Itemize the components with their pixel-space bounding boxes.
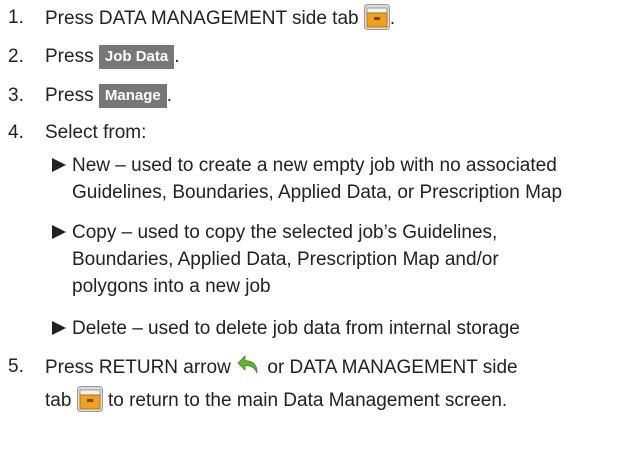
- option-text: polygons into a new job: [72, 276, 271, 297]
- return-arrow-icon: [236, 353, 262, 387]
- step-number: 3.: [8, 85, 24, 106]
- option-text: Guidelines, Boundaries, Applied Data, or…: [72, 182, 563, 203]
- bullet-arrow-icon: [52, 321, 66, 335]
- step-text-end: .: [389, 8, 396, 29]
- job-data-button[interactable]: Job Data: [98, 45, 175, 69]
- step-number: 4.: [8, 122, 24, 143]
- step-text: Press: [45, 46, 94, 67]
- manage-button[interactable]: Manage: [98, 84, 167, 108]
- step-text-end: .: [166, 85, 172, 106]
- step-text: Press: [45, 85, 94, 106]
- step-text: to return to the main Data Management sc…: [107, 390, 508, 411]
- step-text: or DATA MANAGEMENT side: [267, 357, 518, 378]
- step-text: Press DATA MANAGEMENT side tab: [45, 8, 359, 29]
- step-text: tab: [45, 390, 72, 411]
- step-number: 5.: [8, 356, 24, 377]
- data-management-tab-icon: [76, 386, 103, 420]
- data-management-tab-icon: [363, 4, 390, 38]
- option-copy: Copy – used to copy the selected job’s G…: [52, 219, 499, 300]
- instruction-document: 1. Press DATA MANAGEMENT side tab . 2. P…: [0, 0, 641, 454]
- bullet-arrow-icon: [52, 225, 66, 239]
- step-number: 2.: [8, 46, 24, 67]
- step-number: 1.: [8, 7, 24, 28]
- option-text: Delete – used to delete job data from in…: [72, 318, 520, 339]
- step-text-end: .: [174, 46, 180, 67]
- step-text: Press RETURN arrow: [45, 357, 231, 378]
- option-delete: Delete – used to delete job data from in…: [52, 315, 520, 342]
- option-text: Copy – used to copy the selected job’s G…: [72, 222, 498, 243]
- option-text: Boundaries, Applied Data, Prescription M…: [72, 249, 499, 270]
- step-text: Select from:: [45, 122, 147, 143]
- option-new: New – used to create a new empty job wit…: [52, 152, 562, 206]
- bullet-arrow-icon: [52, 158, 66, 172]
- option-text: New – used to create a new empty job wit…: [72, 155, 557, 176]
